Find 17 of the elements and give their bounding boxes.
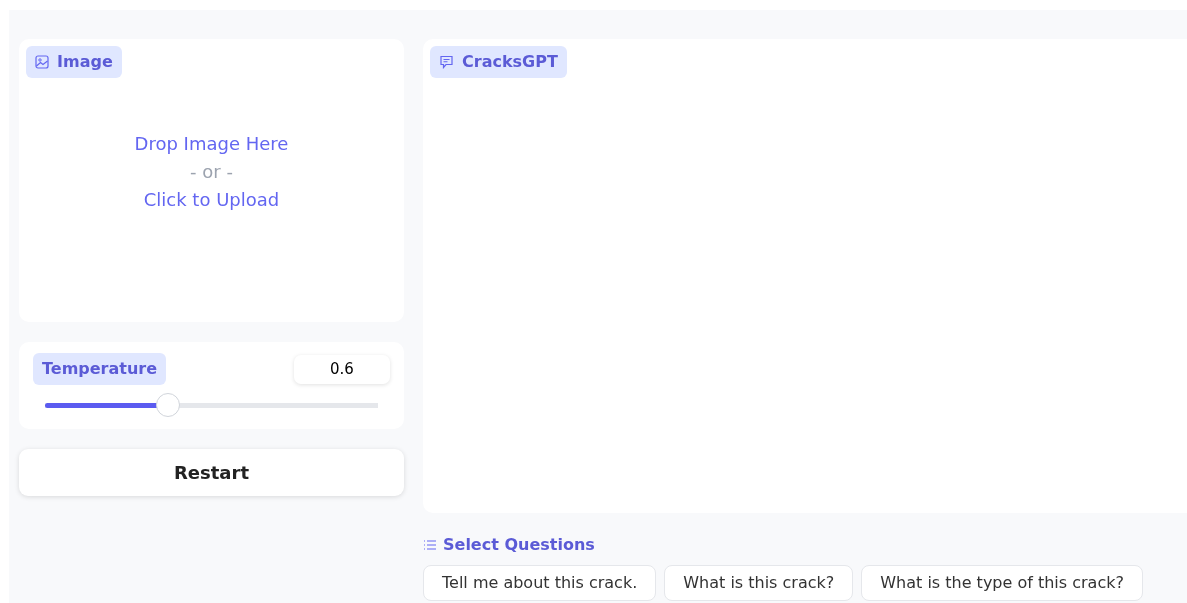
select-questions-label: Select Questions [443,534,595,556]
click-to-upload-text: Click to Upload [143,188,280,212]
list-icon [423,539,437,551]
temperature-input[interactable]: 0.6 [294,354,390,384]
question-button[interactable]: What is this crack? [664,565,854,601]
chat-label: CracksGPT [430,46,567,78]
question-button[interactable]: Tell me about this crack. [423,565,657,601]
image-icon [35,55,49,69]
temperature-label: Temperature [33,353,167,385]
question-button[interactable]: What is the type of this crack? [861,565,1143,601]
restart-button[interactable]: Restart [19,449,404,496]
image-upload-panel[interactable]: Image Drop Image Here - or - Click to Upload [19,39,404,322]
slider-thumb[interactable] [156,393,181,417]
image-label: Image [26,46,122,78]
chat-icon [439,55,454,69]
or-text: - or - [190,160,233,184]
drop-image-text: Drop Image Here [134,132,289,156]
